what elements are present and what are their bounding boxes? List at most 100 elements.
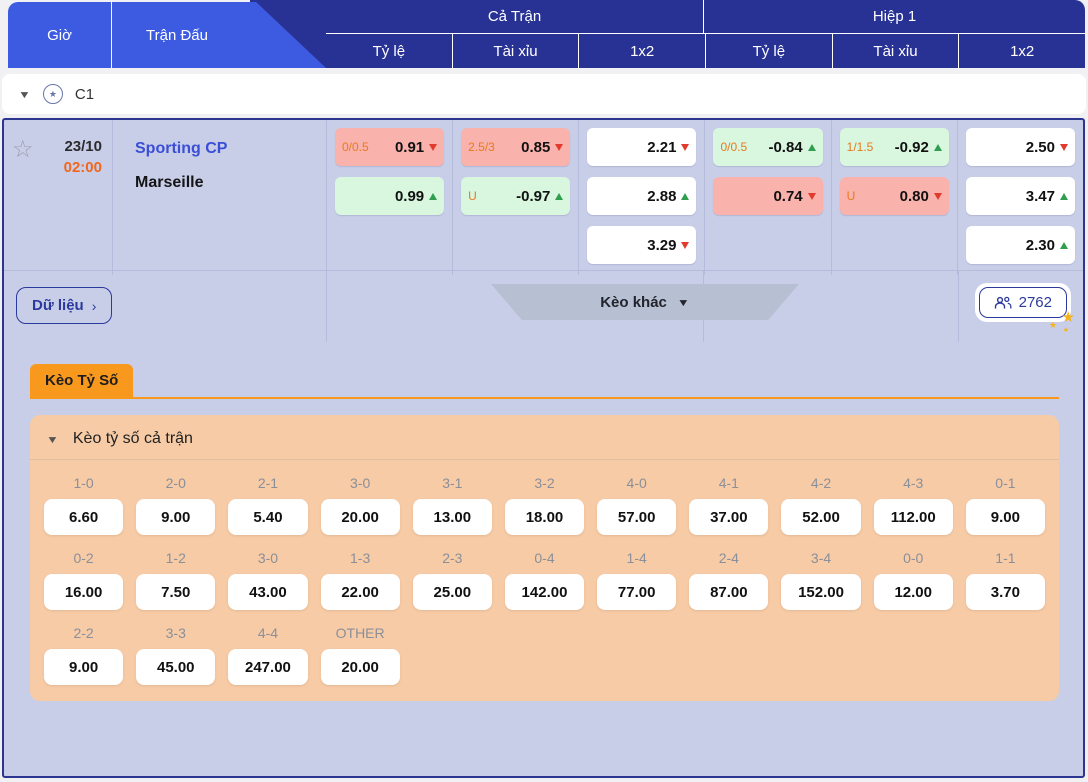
total-line-label: 2.5/3	[468, 140, 495, 154]
col-header-ft-overunder: Tài xỉu	[451, 34, 579, 68]
divider	[326, 271, 327, 342]
chevron-right-icon: ›	[91, 297, 97, 314]
score-odds-button[interactable]: 152.00	[781, 574, 861, 610]
score-odds-button[interactable]: 9.00	[965, 499, 1045, 535]
correct-score-panel: ▼︎ Kèo tỷ số cả trận 1-0 2-0 2-1 3-0 3-1…	[30, 415, 1059, 701]
divider	[958, 271, 959, 342]
score-odds-button[interactable]: 5.40	[228, 499, 308, 535]
h1-under-odds[interactable]: U 0.80	[839, 177, 949, 215]
score-odds-button[interactable]: 43.00	[228, 574, 308, 610]
score-odds-button[interactable]: 3.70	[965, 574, 1045, 610]
data-button-label: Dữ liệu	[32, 297, 84, 314]
tab-time-label: Giờ	[47, 26, 72, 44]
score-odds-button[interactable]: 16.00	[44, 574, 124, 610]
ft-1x2-draw-odds[interactable]: 2.88	[587, 177, 697, 215]
score-odds-button[interactable]: 22.00	[320, 574, 400, 610]
score-label-row: 2-2 3-3 4-4 OTHER	[30, 610, 1059, 641]
odds-value: 2.50	[1025, 138, 1055, 156]
score-odds-button[interactable]: 9.00	[44, 649, 124, 685]
score-label: 4-3	[903, 475, 924, 491]
trend-down-icon	[555, 143, 564, 151]
league-row[interactable]: ▼︎ ★ C1	[2, 74, 1086, 114]
odds-table-header: Cả Trận Hiệp 1 Tỷ lệ Tài xỉu 1x2 Tỷ lệ T…	[0, 0, 1088, 68]
league-name: C1	[74, 85, 95, 103]
ft-handicap-away-odds[interactable]: 0.99	[335, 177, 445, 215]
score-odds-button[interactable]: 87.00	[689, 574, 769, 610]
chevron-down-icon[interactable]: ▼︎	[46, 433, 59, 445]
score-label-row: 1-0 2-0 2-1 3-0 3-1 3-2 4-0 4-1 4-2 4-3 …	[30, 460, 1059, 491]
score-odds-row: 6.60 9.00 5.40 20.00 13.00 18.00 57.00 3…	[30, 491, 1059, 535]
col-header-h1-1x2: 1x2	[958, 34, 1085, 68]
col-header-ft-1x2: 1x2	[578, 34, 705, 68]
sparkle-star-icon: ★	[1062, 327, 1069, 334]
odds-value: 2.88	[647, 187, 677, 205]
handicap-line-label: 0/0.5	[720, 140, 748, 154]
score-odds-button[interactable]: 247.00	[228, 649, 308, 685]
score-odds-button[interactable]: 57.00	[597, 499, 677, 535]
trend-up-icon	[1059, 241, 1068, 249]
away-team-name[interactable]: Marseille	[135, 174, 318, 192]
col-header-ft-handicap: Tỷ lệ	[372, 42, 406, 60]
score-odds-button[interactable]: 112.00	[873, 499, 953, 535]
score-odds-button[interactable]: 7.50	[136, 574, 216, 610]
score-odds-button[interactable]: 20.00	[320, 649, 400, 685]
score-label: 0-4	[534, 550, 555, 566]
ft-over-odds[interactable]: 2.5/3 0.85	[461, 128, 571, 166]
score-odds-button[interactable]: 142.00	[504, 574, 585, 610]
score-odds-button[interactable]: 9.00	[136, 499, 216, 535]
people-icon	[994, 296, 1012, 308]
score-odds-button[interactable]: 45.00	[136, 649, 216, 685]
score-odds-button[interactable]: 13.00	[412, 499, 492, 535]
chevron-down-icon[interactable]: ▼︎	[18, 88, 31, 100]
correct-score-title: Kèo tỷ số cả trận	[72, 430, 193, 447]
odds-value: 0.74	[773, 187, 803, 205]
h1-handicap-away-odds[interactable]: 0.74	[713, 177, 823, 215]
sparkle-star-icon: ★	[1048, 320, 1057, 330]
score-odds-button[interactable]: 18.00	[504, 499, 585, 535]
favorite-star-icon[interactable]: ☆	[12, 138, 34, 176]
match-panel: ☆ 23/10 02:00 Sporting CP Marseille 0/0.…	[2, 118, 1085, 778]
column-group-full-time: Cả Trận	[326, 0, 703, 33]
score-label: 4-2	[810, 475, 832, 491]
data-button[interactable]: Dữ liệu ›	[16, 287, 113, 324]
score-odds-button[interactable]: 77.00	[597, 574, 677, 610]
score-tabs-bar: Kèo Tỷ Số	[30, 364, 1059, 399]
match-date: 23/10	[64, 138, 102, 155]
h1-over-odds[interactable]: 1/1.5 -0.92	[839, 128, 949, 166]
h1-1x2-draw-odds[interactable]: 3.47	[965, 177, 1075, 215]
score-odds-button[interactable]: 52.00	[781, 499, 861, 535]
more-odds-label: Kèo khác	[600, 293, 667, 311]
score-odds-button[interactable]: 6.60	[44, 499, 124, 535]
odds-value: 3.47	[1025, 187, 1055, 205]
match-action-row: Dữ liệu › Kèo khác ▼︎ 2762 ★ ★ ★	[4, 270, 1083, 342]
ft-1x2-home-odds[interactable]: 2.21	[587, 128, 697, 166]
home-team-name[interactable]: Sporting CP	[135, 140, 318, 158]
total-line-label: U	[468, 189, 477, 203]
score-odds-button[interactable]: 25.00	[412, 574, 492, 610]
trend-down-icon	[1059, 143, 1068, 151]
ft-under-odds[interactable]: U -0.97	[461, 177, 571, 215]
viewers-badge[interactable]: 2762 ★ ★ ★	[974, 283, 1075, 334]
ft-handicap-home-odds[interactable]: 0/0.5 0.91	[335, 128, 445, 166]
trend-down-icon	[681, 143, 690, 151]
h1-1x2-away-odds[interactable]: 2.30	[965, 226, 1075, 264]
match-time: 02:00	[63, 159, 102, 176]
score-odds-button[interactable]: 12.00	[873, 574, 953, 610]
total-line-label: U	[846, 189, 856, 203]
more-odds-button[interactable]: Kèo khác ▼︎	[491, 284, 799, 320]
trend-down-icon	[807, 192, 816, 200]
tab-correct-score[interactable]: Kèo Tỷ Số	[30, 364, 134, 397]
score-label: 4-4	[257, 625, 279, 641]
score-odds-button[interactable]: 37.00	[689, 499, 769, 535]
trend-up-icon	[429, 192, 438, 200]
ft-1x2-away-odds[interactable]: 3.29	[587, 226, 697, 264]
score-label: 3-4	[810, 550, 832, 566]
tab-time[interactable]: Giờ	[8, 2, 112, 68]
h1-handicap-home-odds[interactable]: 0/0.5 -0.84	[713, 128, 823, 166]
score-label: 3-0	[257, 550, 279, 566]
score-label: 0-2	[73, 550, 94, 566]
score-odds-button[interactable]: 20.00	[320, 499, 400, 535]
h1-1x2-home-odds[interactable]: 2.50	[965, 128, 1075, 166]
score-label: 0-1	[995, 475, 1016, 491]
match-row: ☆ 23/10 02:00 Sporting CP Marseille 0/0.…	[4, 120, 1083, 275]
